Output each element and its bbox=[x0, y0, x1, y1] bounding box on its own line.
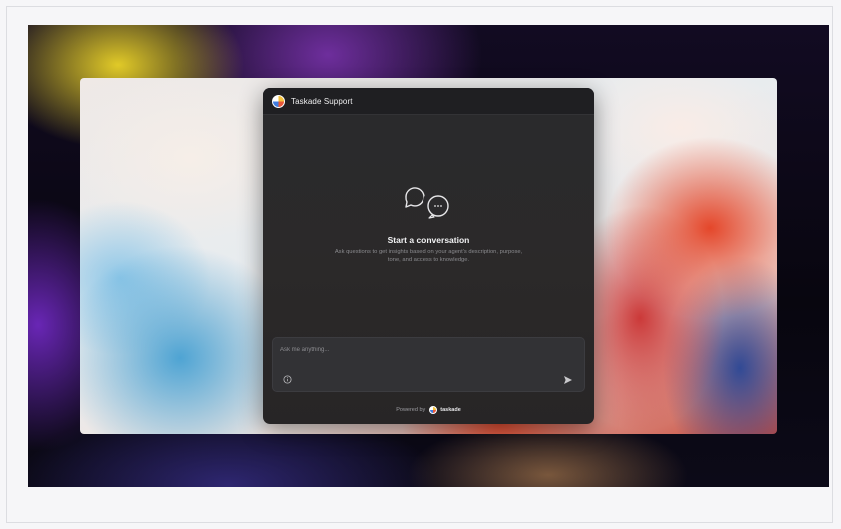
taskade-logo-icon bbox=[429, 406, 438, 414]
message-input[interactable] bbox=[280, 344, 570, 356]
chat-bubbles-icon bbox=[405, 187, 449, 219]
empty-state-title: Start a conversation bbox=[387, 235, 470, 245]
chat-header: Taskade Support bbox=[263, 88, 594, 115]
screenshot-frame: Taskade Support Start a conversation Ask… bbox=[6, 6, 833, 523]
agent-name: Taskade Support bbox=[291, 96, 353, 106]
empty-state-description: Ask questions to get insights based on y… bbox=[334, 249, 523, 263]
powered-by-text: Powered by bbox=[396, 407, 426, 413]
message-composer bbox=[272, 337, 585, 392]
send-icon[interactable] bbox=[563, 375, 573, 385]
background-stage: Taskade Support Start a conversation Ask… bbox=[28, 25, 829, 487]
powered-by-footer[interactable]: Powered by taskade bbox=[263, 402, 594, 418]
info-icon[interactable] bbox=[283, 375, 292, 384]
brand-name: taskade bbox=[440, 407, 461, 413]
agent-avatar bbox=[272, 94, 285, 108]
chat-widget: Taskade Support Start a conversation Ask… bbox=[263, 88, 594, 424]
